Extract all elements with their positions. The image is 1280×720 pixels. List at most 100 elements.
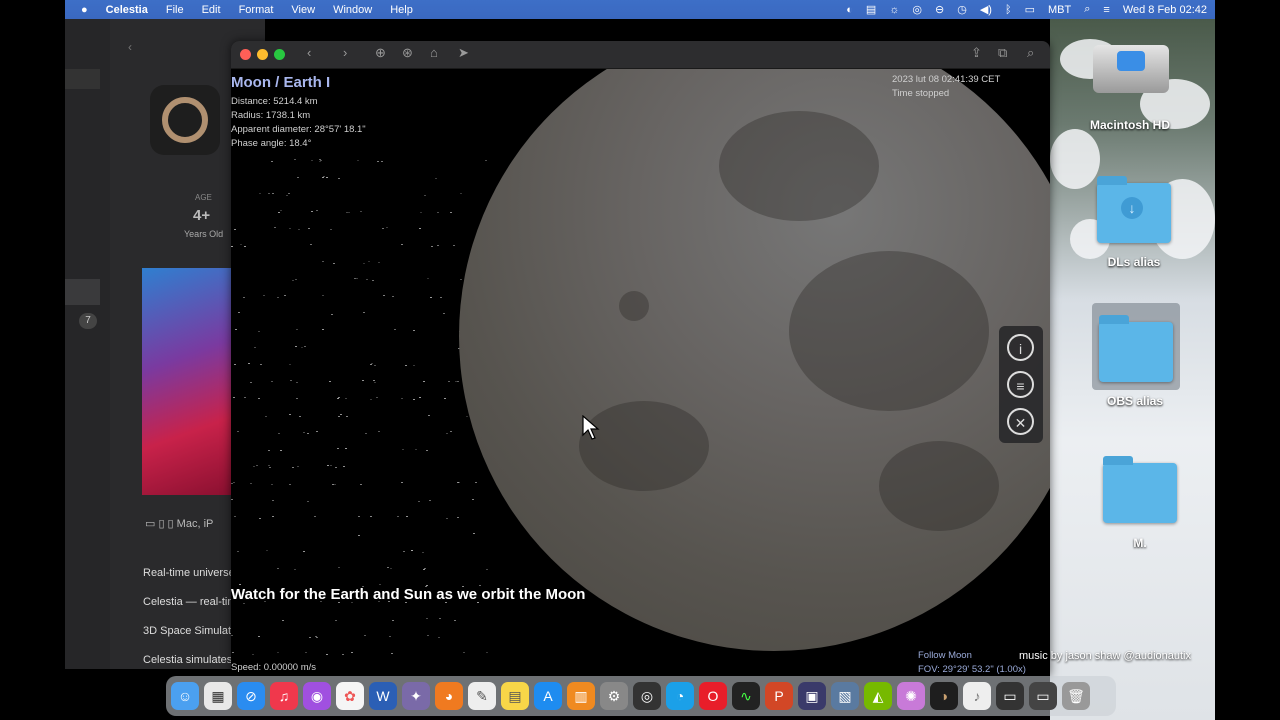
space-view[interactable]: Moon / Earth I Distance: 5214.4 km Radiu…	[231, 69, 1050, 676]
powerpoint-icon[interactable]: P	[765, 682, 793, 710]
brightness-icon[interactable]: ☼	[889, 4, 899, 16]
edge-icon[interactable]: ◔	[666, 682, 694, 710]
star	[237, 551, 239, 552]
close-button[interactable]: ✕	[1007, 408, 1034, 435]
screenshot-stack-icon[interactable]: ▭	[1029, 682, 1057, 710]
system-settings-icon[interactable]: ⚙	[600, 682, 628, 710]
trash-icon[interactable]: 🗑	[1062, 682, 1090, 710]
volume-icon[interactable]: ◀)	[980, 3, 992, 16]
podcasts-icon[interactable]: ◉	[303, 682, 331, 710]
moon[interactable]	[459, 69, 1050, 651]
search-icon[interactable]: ⌕	[1027, 45, 1034, 61]
minimize-window-button[interactable]	[257, 49, 268, 60]
star	[401, 244, 403, 245]
star	[234, 364, 236, 365]
star	[234, 229, 236, 230]
star	[429, 500, 431, 501]
info-button[interactable]: i	[1007, 334, 1034, 361]
home-icon[interactable]: ⌂	[430, 45, 438, 60]
celestia-window: ‹ › ⊕ ⊛ ⌂ ➤ ⇪ ⧉ ⌕ Moon / Earth I Distanc…	[231, 41, 1050, 676]
desc-line-2: Celestia — real-tim	[143, 596, 237, 608]
launchpad-icon[interactable]: ▦	[204, 682, 232, 710]
star	[403, 551, 405, 552]
star	[286, 195, 288, 196]
obs-icon[interactable]: ◎	[633, 682, 661, 710]
opera-icon[interactable]: O	[699, 682, 727, 710]
menu-edit[interactable]: Edit	[193, 4, 230, 16]
share-icon[interactable]: ⇪	[971, 45, 982, 61]
star	[271, 484, 273, 485]
photos-icon[interactable]: ✿	[336, 682, 364, 710]
globe-icon[interactable]: ⊕	[375, 45, 386, 61]
app-icon[interactable]: ▣	[798, 682, 826, 710]
screenshot-stack-icon[interactable]: ▭	[996, 682, 1024, 710]
folder-alias-icon[interactable]	[1099, 315, 1173, 382]
back-icon[interactable]: ‹	[307, 45, 311, 60]
star	[338, 416, 340, 417]
clock[interactable]: Wed 8 Feb 02:42	[1123, 4, 1207, 16]
sidebar-item[interactable]	[65, 69, 100, 89]
app-icon[interactable]: ✺	[897, 682, 925, 710]
search-icon[interactable]: ⌕	[1084, 3, 1090, 16]
firefox-icon[interactable]: ◕	[435, 682, 463, 710]
app-store-icon[interactable]: A	[534, 682, 562, 710]
folder-icon[interactable]	[1103, 456, 1177, 523]
star	[401, 482, 403, 483]
battery-icon[interactable]: ▭	[1025, 3, 1035, 16]
word-icon[interactable]: W	[369, 682, 397, 710]
star	[316, 637, 318, 638]
star	[446, 518, 448, 519]
back-chevron-icon[interactable]: ‹	[128, 40, 132, 54]
menu-button[interactable]: ≡	[1007, 371, 1034, 398]
notes-icon[interactable]: ▤	[501, 682, 529, 710]
app-icon[interactable]: ✦	[402, 682, 430, 710]
windows-icon[interactable]: ⧉	[998, 45, 1007, 61]
star	[455, 381, 457, 382]
status-icon[interactable]: ⊖	[935, 3, 944, 16]
activity-monitor-icon[interactable]: ∿	[732, 682, 760, 710]
star	[258, 398, 260, 399]
sidebar-item-selected[interactable]	[65, 279, 100, 305]
keyboard-input-label[interactable]: MBT	[1048, 4, 1071, 16]
bluetooth-icon[interactable]: ᛒ	[1005, 4, 1012, 16]
close-window-button[interactable]	[240, 49, 251, 60]
apple-icon[interactable]: ●	[65, 4, 97, 16]
menu-view[interactable]: View	[282, 4, 324, 16]
star	[406, 516, 408, 517]
send-icon[interactable]: ➤	[458, 45, 469, 61]
star	[419, 228, 421, 229]
time-machine-icon[interactable]: ◷	[957, 3, 967, 16]
celestia-app-icon	[150, 85, 220, 155]
textedit-icon[interactable]: ✎	[468, 682, 496, 710]
star	[379, 584, 381, 585]
star	[277, 297, 279, 298]
safari-icon[interactable]: ⊘	[237, 682, 265, 710]
document-icon[interactable]: ♪	[963, 682, 991, 710]
status-icon[interactable]: ◎	[912, 3, 922, 16]
menu-file[interactable]: File	[157, 4, 193, 16]
zoom-window-button[interactable]	[274, 49, 285, 60]
status-icon[interactable]: ▤	[866, 3, 876, 16]
folder-alias-icon[interactable]: ↓	[1097, 176, 1171, 243]
control-center-icon[interactable]: ≡	[1103, 4, 1109, 16]
star	[391, 653, 393, 654]
screenshot-preview[interactable]	[142, 268, 231, 495]
star	[296, 398, 298, 399]
menu-help[interactable]: Help	[381, 4, 422, 16]
star	[244, 397, 246, 398]
status-icon[interactable]: ◐	[846, 4, 853, 16]
forward-icon[interactable]: ›	[343, 45, 347, 60]
star	[438, 637, 440, 638]
menu-app-name[interactable]: Celestia	[97, 4, 157, 16]
nvidia-icon[interactable]: ◭	[864, 682, 892, 710]
hard-drive-icon[interactable]	[1093, 45, 1169, 93]
finder-icon[interactable]: ☺	[171, 682, 199, 710]
music-icon[interactable]: ♫	[270, 682, 298, 710]
app-icon[interactable]: ▧	[831, 682, 859, 710]
star-icon[interactable]: ⊛	[402, 45, 413, 61]
menu-window[interactable]: Window	[324, 4, 381, 16]
books-icon[interactable]: ▥	[567, 682, 595, 710]
star	[444, 398, 446, 399]
celestia-icon[interactable]: ◑	[930, 682, 958, 710]
menu-format[interactable]: Format	[230, 4, 283, 16]
